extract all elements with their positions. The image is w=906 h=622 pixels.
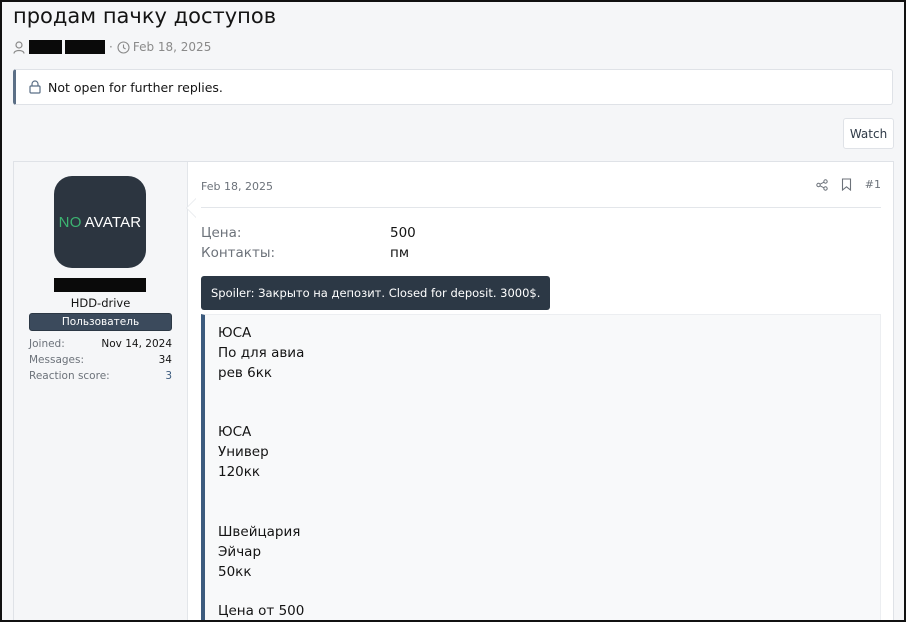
stat-value[interactable]: 3 — [165, 370, 172, 382]
locked-notice-text: Not open for further replies. — [48, 79, 223, 95]
avatar-no-text: NO — [58, 213, 82, 231]
stat-messages: Messages: 34 — [29, 352, 172, 368]
stat-value: Nov 14, 2024 — [101, 338, 172, 350]
avatar-text: AVATAR — [84, 213, 142, 231]
field-value: 500 — [390, 225, 416, 241]
page-frame: продам пачку доступов · Feb 18, 2025 Not… — [0, 0, 906, 622]
user-pane-arrow-inner — [187, 199, 196, 217]
clock-icon — [117, 40, 130, 54]
stat-label: Reaction score: — [29, 370, 110, 382]
thread-title: продам пачку доступов — [13, 4, 277, 28]
user-title: HDD-drive — [70, 296, 131, 310]
spoiler-line — [218, 503, 304, 523]
spoiler-line: рев 6кк — [218, 364, 273, 381]
user-group-badge: Пользователь — [29, 313, 172, 331]
post-date[interactable]: Feb 18, 2025 — [201, 180, 273, 193]
thread-meta: · Feb 18, 2025 — [13, 38, 211, 56]
spoiler-line: Универ — [218, 444, 269, 461]
spoiler-line — [218, 583, 304, 603]
spoiler-line — [218, 384, 304, 404]
redacted-author-2 — [65, 40, 105, 54]
share-icon[interactable] — [816, 178, 828, 191]
post-actions: #1 — [803, 178, 881, 191]
field-label: Контакты: — [201, 245, 276, 261]
post-header-divider — [201, 207, 881, 208]
bookmark-icon[interactable] — [841, 178, 852, 191]
spoiler-line: Цена от 500 — [218, 603, 305, 620]
spoiler-line: ЮСА — [218, 325, 252, 341]
field-price: Цена: 500 — [201, 223, 416, 243]
lock-icon — [29, 80, 41, 94]
field-label: Цена: — [201, 225, 242, 241]
spoiler-text: ЮСА По для авиа рев 6кк ЮСА Универ 120кк… — [218, 324, 305, 620]
spoiler-line: Эйчар — [218, 543, 262, 560]
user-pane: NO AVATAR HDD-drive Пользователь Joined:… — [14, 162, 188, 620]
stat-joined: Joined: Nov 14, 2024 — [29, 336, 172, 352]
field-value: пм — [390, 245, 410, 261]
user-stats: Joined: Nov 14, 2024 Messages: 34 Reacti… — [29, 336, 172, 384]
field-contacts: Контакты: пм — [201, 243, 416, 263]
spoiler-content: ЮСА По для авиа рев 6кк ЮСА Универ 120кк… — [201, 314, 881, 620]
post-fields: Цена: 500 Контакты: пм — [201, 223, 416, 263]
stat-label: Messages: — [29, 354, 85, 366]
stat-reaction-score: Reaction score: 3 — [29, 368, 172, 384]
post-number-link[interactable]: #1 — [865, 178, 881, 191]
spoiler-toggle-button[interactable]: Spoiler: Закрыто на депозит. Closed for … — [201, 276, 551, 310]
avatar[interactable]: NO AVATAR — [54, 176, 146, 268]
spoiler-line: По для авиа — [218, 344, 305, 361]
watch-button[interactable]: Watch — [843, 118, 894, 149]
redacted-author — [29, 40, 62, 54]
stat-label: Joined: — [29, 338, 65, 350]
redacted-username — [54, 278, 146, 292]
post-container: NO AVATAR HDD-drive Пользователь Joined:… — [13, 161, 894, 620]
spoiler-line: ЮСА — [218, 424, 252, 441]
spoiler-line — [218, 483, 304, 503]
spoiler-line: Швейцария — [218, 523, 301, 540]
stat-value: 34 — [158, 354, 172, 366]
spoiler-line: 50кк — [218, 563, 252, 580]
spoiler-line — [218, 404, 304, 424]
user-icon — [13, 40, 25, 54]
locked-notice: Not open for further replies. — [13, 69, 893, 105]
spoiler-line: 120кк — [218, 464, 261, 481]
thread-date[interactable]: Feb 18, 2025 — [133, 40, 212, 54]
post-content: Feb 18, 2025 #1 Цена: 500 Контакты: пм S… — [201, 162, 881, 620]
meta-separator: · — [109, 40, 113, 54]
